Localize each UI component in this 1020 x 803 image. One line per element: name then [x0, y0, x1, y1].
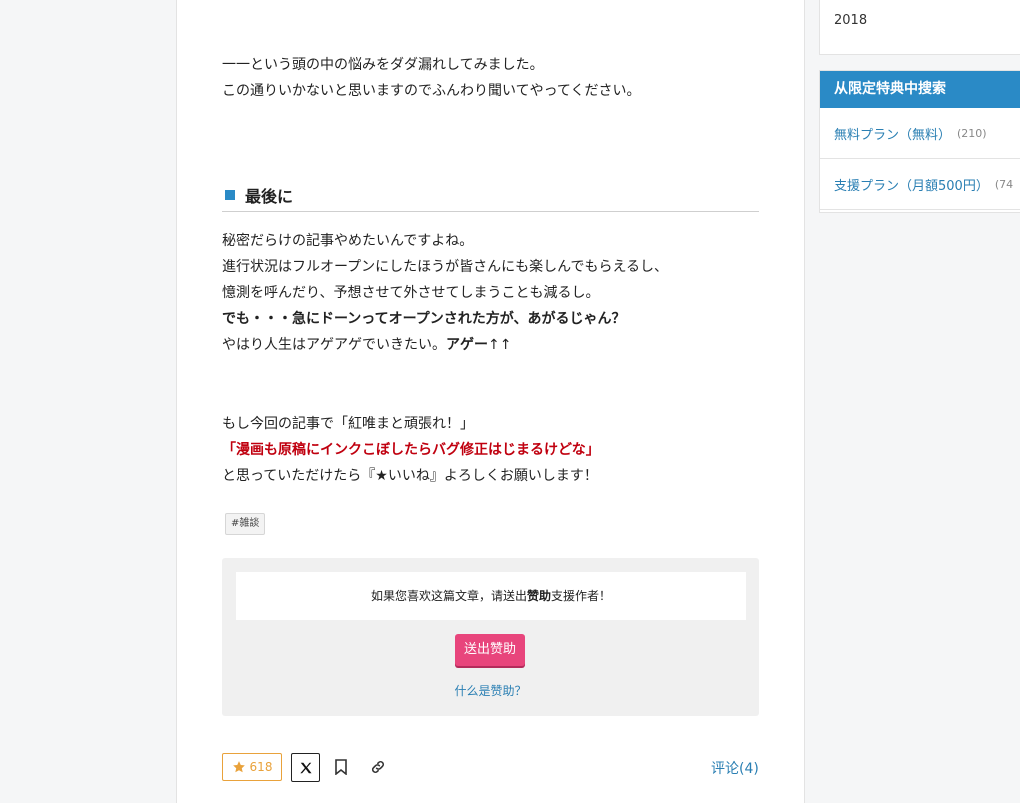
intro-line-1: 一一という頭の中の悩みをダダ漏れしてみました。: [222, 57, 544, 73]
body-line-4: でも・・・急にドーンってオープンされた方が、あがるじゃん？: [222, 311, 626, 327]
sidebar-search-box: 从限定特典中搜索 無料プラン（無料） (210) 支援プラン（月額500円） (…: [819, 70, 1020, 213]
body-line-3: 憶測を呼んだり、予想させて外させてしまうことも減るし。: [222, 285, 600, 301]
section-heading-text: 最後に: [245, 186, 294, 206]
tag-chat[interactable]: #雑談: [225, 513, 266, 535]
plan-support-label: 支援プラン（月額500円）: [834, 178, 989, 194]
closing-line-3: と思っていただけたら『★いいね』よろしくお願いします！: [222, 468, 598, 484]
sidebar-search-title: 从限定特典中搜索: [820, 71, 1020, 108]
article-panel: 一一という頭の中の悩みをダダ漏れしてみました。 この通りいかないと思いますのでふ…: [176, 0, 805, 803]
section-heading: 最後に: [222, 178, 759, 212]
closing-line-1: もし今回の記事で「紅唯まと頑張れ！」: [222, 416, 474, 432]
body-line-5-text: やはり人生はアゲアゲでいきたい。: [222, 337, 446, 353]
body-line-2: 進行状況はフルオープンにしたほうが皆さんにも楽しんでもらえるし、: [222, 259, 669, 275]
share-x-button[interactable]: [291, 753, 320, 782]
what-is-support-link[interactable]: 什么是赞助？: [222, 682, 759, 699]
plan-free-link[interactable]: 無料プラン（無料） (210): [820, 108, 1020, 159]
support-box: 如果您喜欢这篇文章，请送出赞助支援作者！ 送出赞助 什么是赞助？: [222, 558, 759, 716]
send-support-button[interactable]: 送出赞助: [455, 634, 525, 666]
body-line-5-arrows: ↑↑: [488, 337, 512, 353]
star-icon: [232, 761, 245, 773]
support-message: 如果您喜欢这篇文章，请送出赞助支援作者！: [236, 572, 746, 620]
body-line-5-bold: アゲー: [446, 337, 488, 353]
body-line-5: やはり人生はアゲアゲでいきたい。アゲー↑↑: [222, 332, 511, 358]
sidebar-archive-box: 2018: [819, 0, 1020, 55]
like-button[interactable]: 618: [222, 753, 282, 781]
intro-line-2: この通りいかないと思いますのでふんわり聞いてやってください。: [222, 83, 641, 99]
heading-square-icon: [225, 189, 235, 200]
plan-free-count: (210): [957, 126, 987, 140]
closing-line-2-highlight: 「漫画も原稿にインクこぼしたらバグ修正はじまるけどな」: [222, 442, 600, 458]
plan-support-count: (74: [994, 177, 1014, 191]
bookmark-icon: [335, 759, 347, 775]
x-logo-icon: [299, 762, 312, 773]
link-icon: [371, 760, 385, 774]
support-message-text: 如果您喜欢这篇文章，请送出: [370, 589, 527, 603]
like-count: 618: [249, 760, 273, 774]
plan-support-link[interactable]: 支援プラン（月額500円） (74: [820, 159, 1020, 210]
archive-year-2018[interactable]: 2018: [834, 13, 867, 28]
copy-link-button[interactable]: [369, 758, 387, 776]
support-message-bold: 赞助: [526, 589, 551, 603]
plan-free-label: 無料プラン（無料）: [834, 127, 952, 143]
comments-link[interactable]: 评论(4): [711, 758, 759, 778]
body-line-1: 秘密だらけの記事やめたいんですよね。: [222, 233, 474, 249]
bookmark-button[interactable]: [332, 758, 350, 776]
support-message-suffix: 支援作者！: [551, 589, 612, 603]
